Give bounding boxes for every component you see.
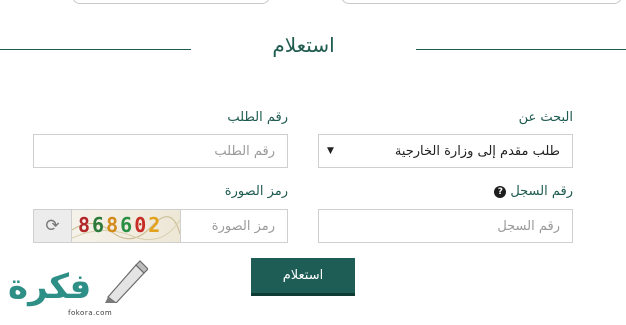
watermark-logo: فكرة fokora.com	[6, 259, 148, 319]
pencil-icon	[105, 260, 148, 303]
submit-button[interactable]: استعلام	[251, 258, 355, 296]
title-divider-right	[416, 49, 626, 50]
request-number-input[interactable]	[34, 135, 287, 167]
record-number-label-row: رقم السجل ?	[433, 184, 573, 199]
record-number-input[interactable]	[319, 210, 572, 242]
captcha-label: رمز الصورة	[224, 184, 288, 199]
captcha-image: 868602	[72, 209, 180, 243]
search-by-value: طلب مقدم إلى وزارة الخارجية	[394, 143, 560, 159]
search-by-select[interactable]: ▼ طلب مقدم إلى وزارة الخارجية	[318, 134, 573, 168]
search-by-label: البحث عن	[518, 110, 573, 125]
captcha-digit: 6	[120, 213, 135, 237]
captcha-digit: 8	[78, 213, 93, 237]
watermark-domain: fokora.com	[68, 309, 113, 317]
captcha-digit: 0	[134, 213, 149, 237]
record-number-label: رقم السجل	[510, 184, 573, 199]
top-tab-left[interactable]	[72, 0, 270, 4]
captcha-digit: 2	[148, 213, 163, 237]
page-title: استعلام	[272, 33, 335, 57]
captcha-digit: 6	[92, 213, 107, 237]
request-number-field[interactable]	[33, 134, 288, 168]
title-divider-left	[0, 49, 191, 50]
request-number-label: رقم الطلب	[227, 110, 288, 125]
record-number-field[interactable]	[318, 209, 573, 243]
refresh-icon: ⟳	[45, 216, 60, 236]
refresh-captcha-button[interactable]: ⟳	[33, 209, 72, 243]
captcha-digit: 8	[106, 213, 121, 237]
watermark-word: فكرة	[8, 267, 92, 307]
captcha-input[interactable]	[181, 210, 287, 242]
question-circle-icon[interactable]: ?	[494, 185, 507, 198]
caret-down-icon: ▼	[327, 146, 334, 156]
top-tab-right[interactable]	[341, 0, 622, 4]
captcha-digits: 868602	[78, 213, 162, 237]
captcha-field[interactable]	[180, 209, 288, 243]
